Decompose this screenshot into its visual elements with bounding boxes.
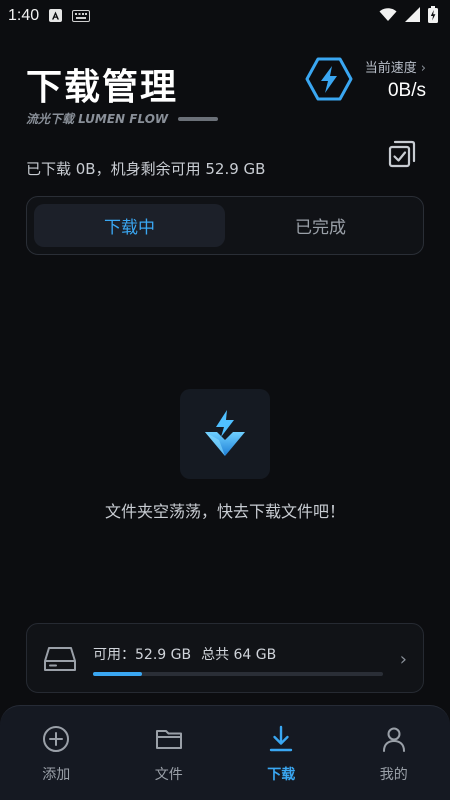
download-bolt-icon	[205, 410, 245, 456]
nav-label-files: 文件	[154, 767, 183, 783]
speed-indicator[interactable]: 当前速度 › 0B/s	[305, 56, 426, 102]
nav-item-add[interactable]: 添加	[0, 724, 113, 800]
subtitle-decoration	[178, 116, 219, 121]
person-icon	[382, 727, 405, 752]
nav-item-profile[interactable]: 我的	[338, 724, 450, 800]
speed-value: 0B/s	[387, 79, 426, 101]
battery-charging-icon	[428, 5, 438, 27]
tab-downloading[interactable]: 下载中	[34, 204, 225, 247]
nav-label-download: 下载	[267, 767, 296, 783]
storage-capacity: 可用：52.9 GB 总共 64 GB	[93, 644, 286, 664]
bottom-nav: 添加 文件 下载 我的	[0, 705, 450, 800]
storage-available: 可用：52.9 GB	[93, 647, 192, 663]
nav-item-files[interactable]: 文件	[113, 724, 226, 800]
hard-drive-icon	[44, 647, 76, 671]
download-icon	[270, 725, 293, 752]
brand-subtitle-text: 流光下载 LUMEN FLOW	[26, 112, 169, 126]
empty-state-message: 文件夹空荡荡，快去下载文件吧！	[104, 502, 345, 521]
folder-icon	[155, 730, 182, 749]
keyboard-icon	[72, 7, 91, 26]
nav-label-profile: 我的	[379, 767, 408, 783]
signal-icon	[405, 6, 420, 26]
empty-state-icon	[180, 389, 270, 479]
lightning-hex-icon	[305, 57, 353, 101]
storage-progress	[93, 672, 383, 676]
page-title: 下载管理	[26, 67, 179, 108]
status-bar: 1:40	[0, 0, 450, 32]
multi-select-icon[interactable]	[386, 138, 418, 170]
tab-completed[interactable]: 已完成	[225, 204, 416, 247]
download-tabs: 下载中 已完成	[26, 196, 424, 255]
chevron-right-icon: ›	[399, 649, 407, 670]
storage-total: 总共 64 GB	[201, 647, 277, 663]
storage-progress-fill	[93, 672, 143, 676]
storage-summary: 已下载 0B，机身剩余可用 52.9 GB	[26, 160, 266, 178]
nav-item-download[interactable]: 下载	[225, 724, 338, 800]
storage-card[interactable]: 可用：52.9 GB 总共 64 GB ›	[26, 623, 424, 693]
wifi-icon	[379, 7, 397, 26]
nav-label-add: 添加	[42, 767, 71, 783]
status-time: 1:40	[8, 7, 40, 24]
app-a-icon	[49, 7, 63, 26]
brand-subtitle: 流光下载 LUMEN FLOW	[26, 110, 219, 127]
speed-label-text: 当前速度	[364, 60, 417, 76]
plus-circle-icon	[43, 726, 70, 752]
speed-chevron-icon: ›	[420, 60, 426, 76]
speed-label: 当前速度 ›	[365, 57, 426, 76]
